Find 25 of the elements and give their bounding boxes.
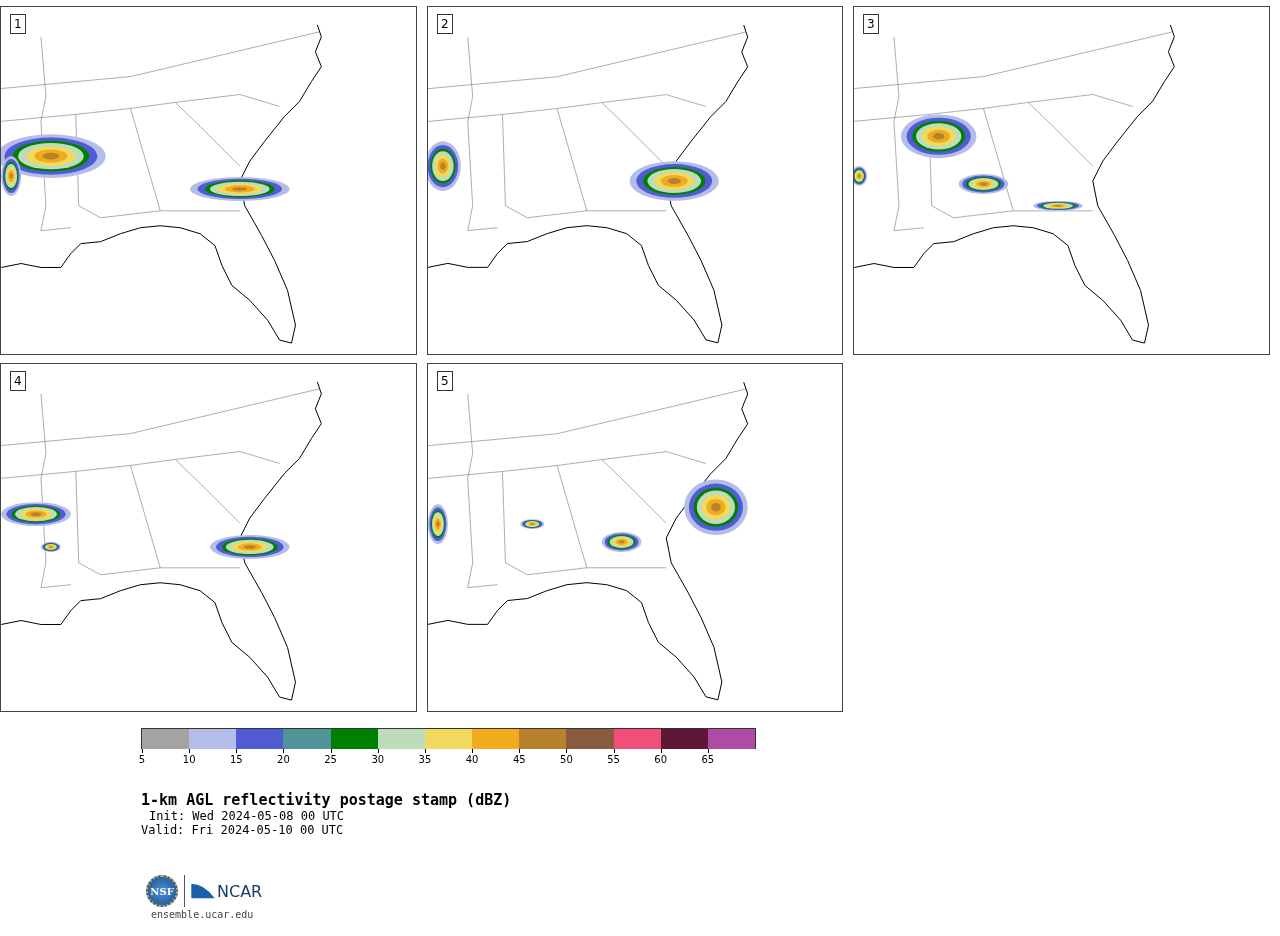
colorbar-tick-label: 10 — [182, 754, 196, 765]
colorbar-tick-label: 60 — [654, 754, 668, 765]
colorbar-tick-label: 5 — [138, 754, 146, 765]
colorbar-tick-label: 15 — [229, 754, 243, 765]
colorbar-tick-label: 20 — [277, 754, 290, 765]
panel-number: 5 — [437, 371, 453, 391]
colorbar-tick-label: 55 — [607, 754, 620, 765]
panel-number: 2 — [437, 14, 453, 34]
ncar-wing-icon — [191, 882, 215, 900]
panel-number: 1 — [10, 14, 26, 34]
colorbar-tick-label: 25 — [324, 754, 337, 765]
colorbar-tick-label: 40 — [465, 754, 479, 765]
colorbar-tick-label: 30 — [371, 754, 385, 765]
init-time: Init: Wed 2024-05-08 00 UTC — [148, 809, 346, 823]
colorbar-tick-label: 45 — [512, 754, 526, 765]
nsf-logo: NSF — [146, 875, 178, 907]
ncar-logo-text: NCAR — [217, 881, 263, 901]
colorbar-tick-label: 35 — [418, 754, 432, 765]
panel-number: 3 — [863, 14, 879, 34]
panel-number: 4 — [10, 371, 26, 391]
colorbar-tick-label: 65 — [701, 754, 715, 765]
valid-time: Valid: Fri 2024-05-10 00 UTC — [141, 823, 345, 837]
website-url: ensemble.ucar.edu — [151, 909, 255, 920]
colorbar-tick-label: 50 — [560, 754, 573, 765]
chart-title: 1-km AGL reflectivity postage stamp (dBZ) — [141, 791, 513, 809]
